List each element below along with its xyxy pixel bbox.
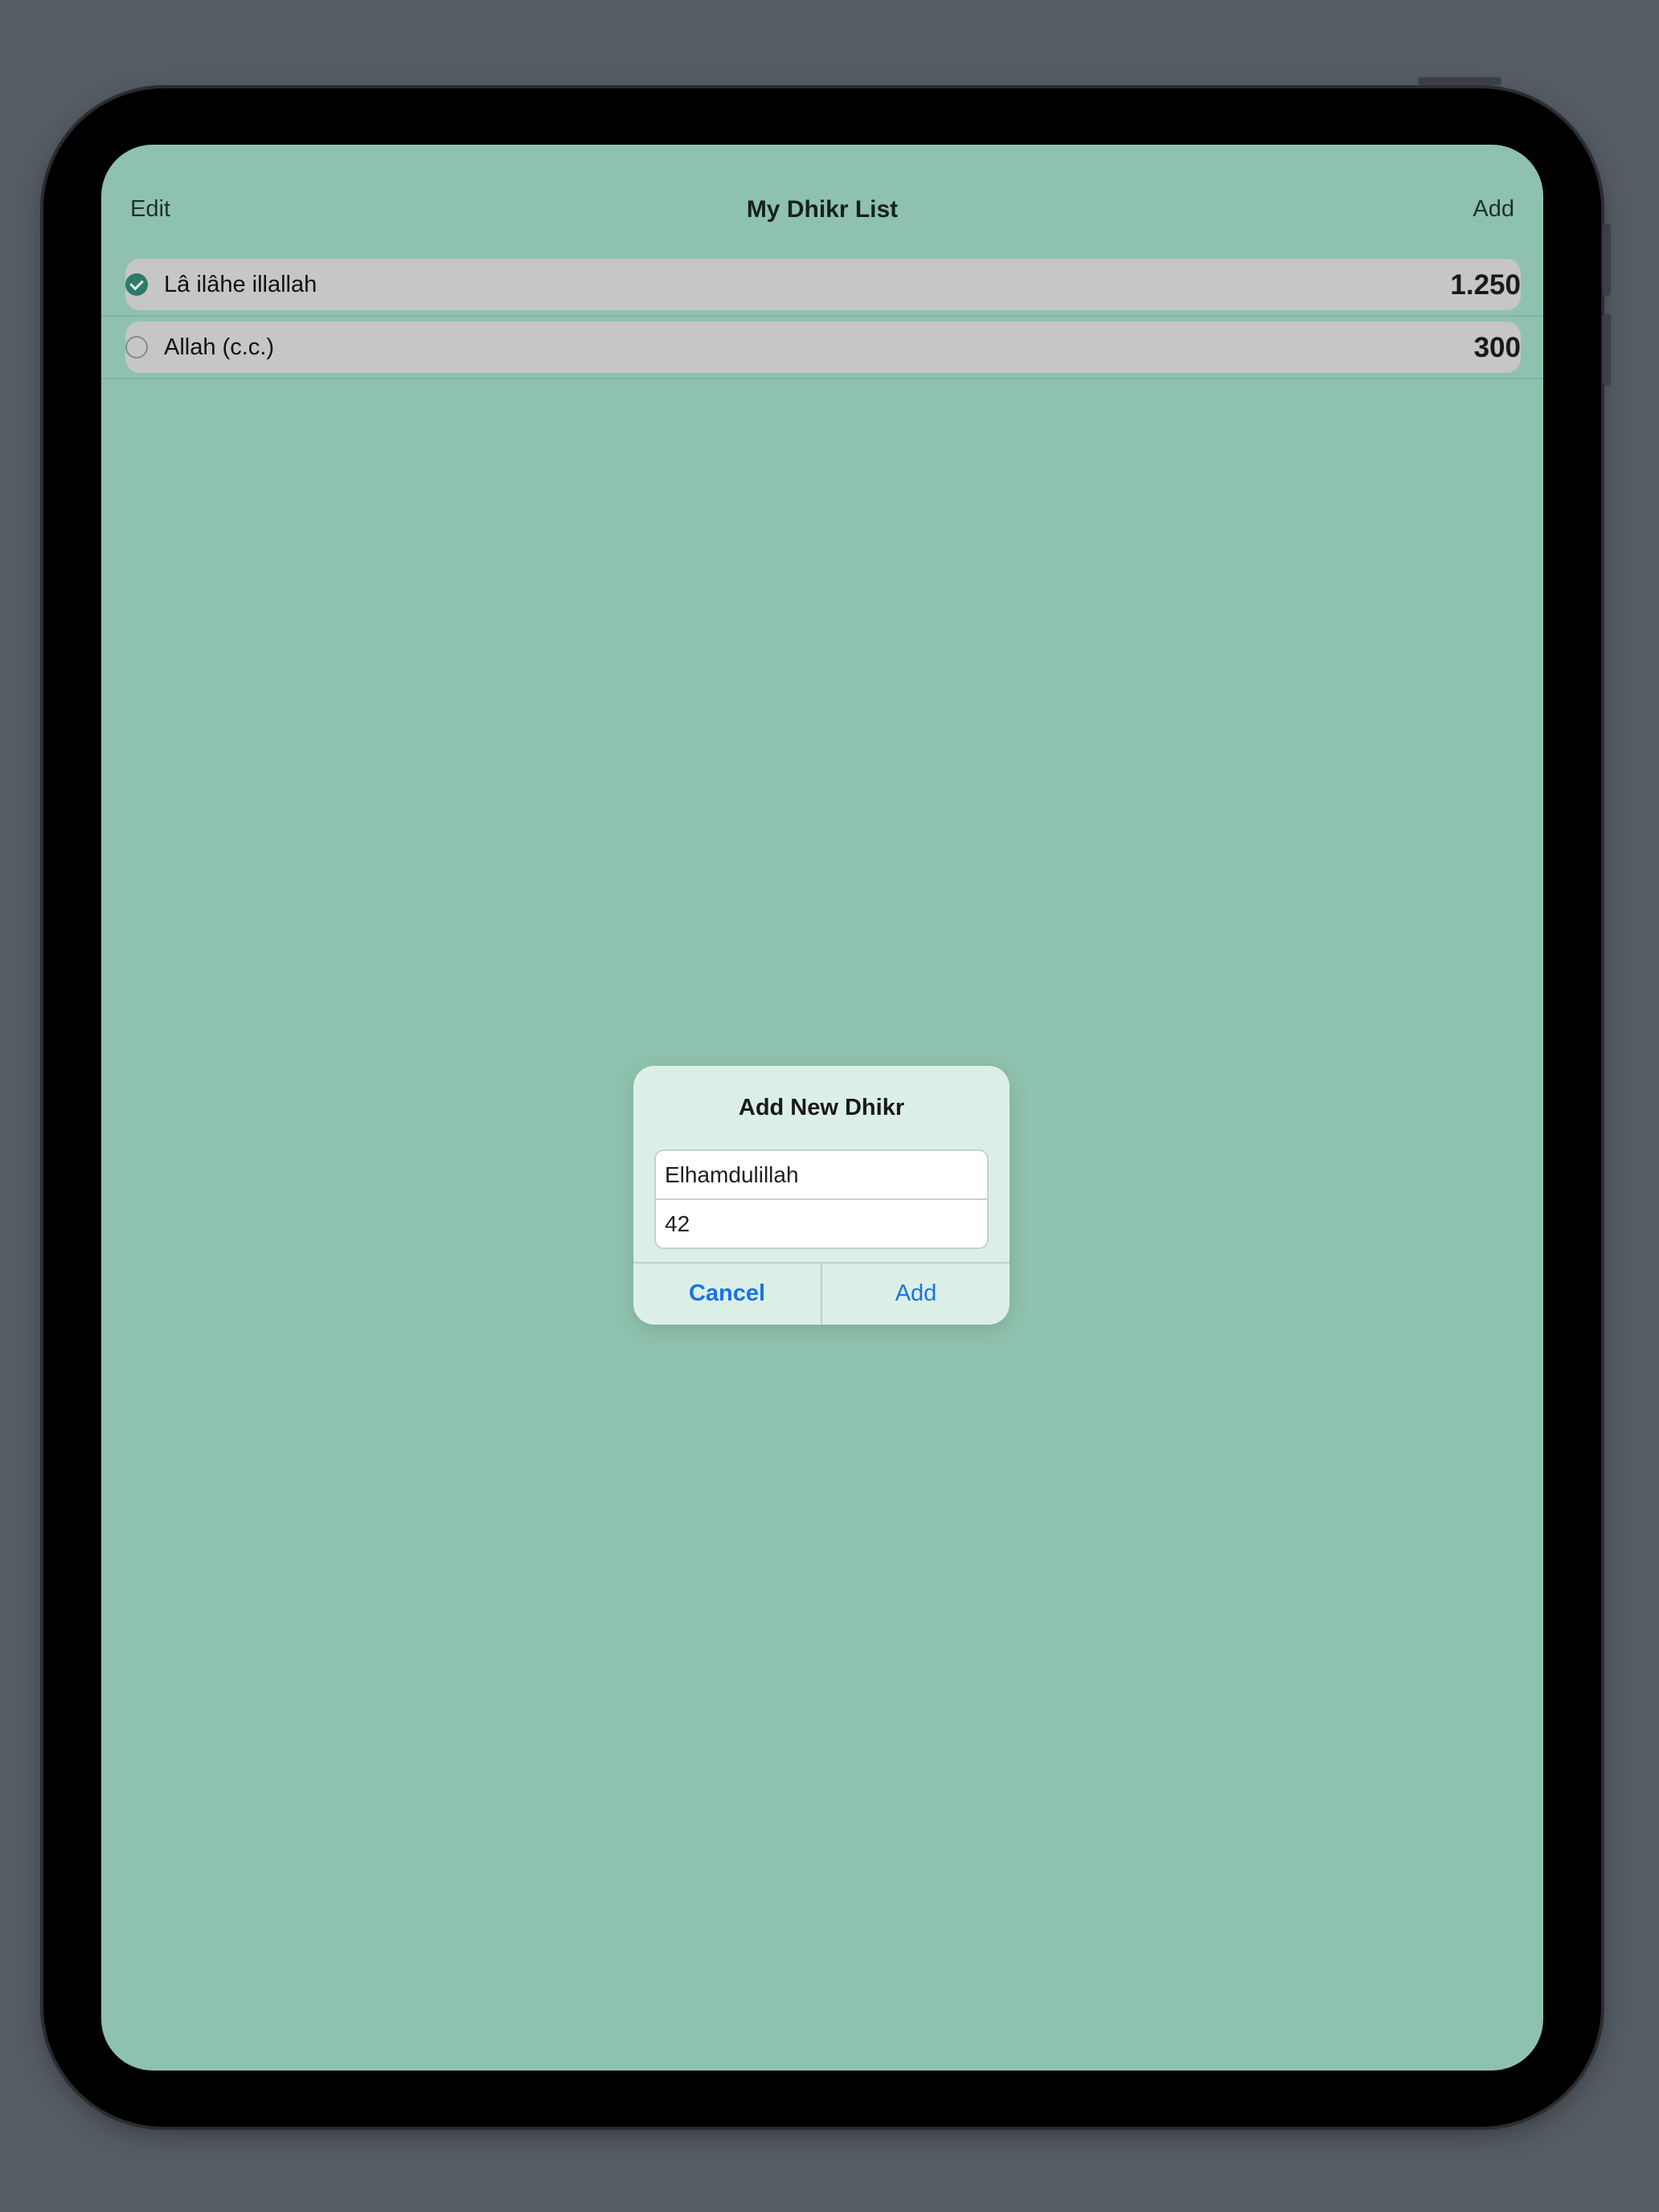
alert-fields: Elhamdulillah 42	[654, 1149, 989, 1249]
ipad-frame: Edit My Dhikr List Add Lâ ilâhe illallah…	[43, 88, 1601, 2127]
navigation-bar: Edit My Dhikr List Add	[101, 145, 1543, 254]
volume-up-button	[1603, 223, 1611, 296]
row-highlight	[125, 259, 1521, 310]
dhikr-count-input[interactable]: 42	[656, 1198, 987, 1246]
empty-circle-icon[interactable]	[125, 336, 148, 358]
add-dhikr-alert: Add New Dhikr Elhamdulillah 42 Cancel Ad…	[633, 1066, 1010, 1325]
dhikr-name: Lâ ilâhe illallah	[164, 272, 317, 297]
alert-actions: Cancel Add	[633, 1262, 1010, 1325]
row-highlight	[125, 322, 1521, 373]
dhikr-name: Allah (c.c.)	[164, 334, 274, 360]
list-item[interactable]: Lâ ilâhe illallah 1.250	[101, 254, 1543, 317]
confirm-add-button[interactable]: Add	[822, 1264, 1010, 1325]
dhikr-name-input[interactable]: Elhamdulillah	[656, 1151, 987, 1198]
add-button[interactable]: Add	[1473, 196, 1514, 223]
app-screen: Edit My Dhikr List Add Lâ ilâhe illallah…	[101, 145, 1543, 2071]
dhikr-count: 1.250	[1450, 269, 1521, 301]
list-item[interactable]: Allah (c.c.) 300	[101, 317, 1543, 379]
dhikr-list: Lâ ilâhe illallah 1.250 Allah (c.c.) 300	[101, 254, 1543, 379]
top-button	[1418, 77, 1501, 85]
volume-down-button	[1603, 313, 1611, 386]
cancel-button[interactable]: Cancel	[633, 1264, 822, 1325]
dhikr-count: 300	[1473, 332, 1521, 363]
page-title: My Dhikr List	[746, 196, 899, 223]
alert-title: Add New Dhikr	[738, 1095, 905, 1120]
checkmark-circle-icon[interactable]	[125, 273, 148, 296]
